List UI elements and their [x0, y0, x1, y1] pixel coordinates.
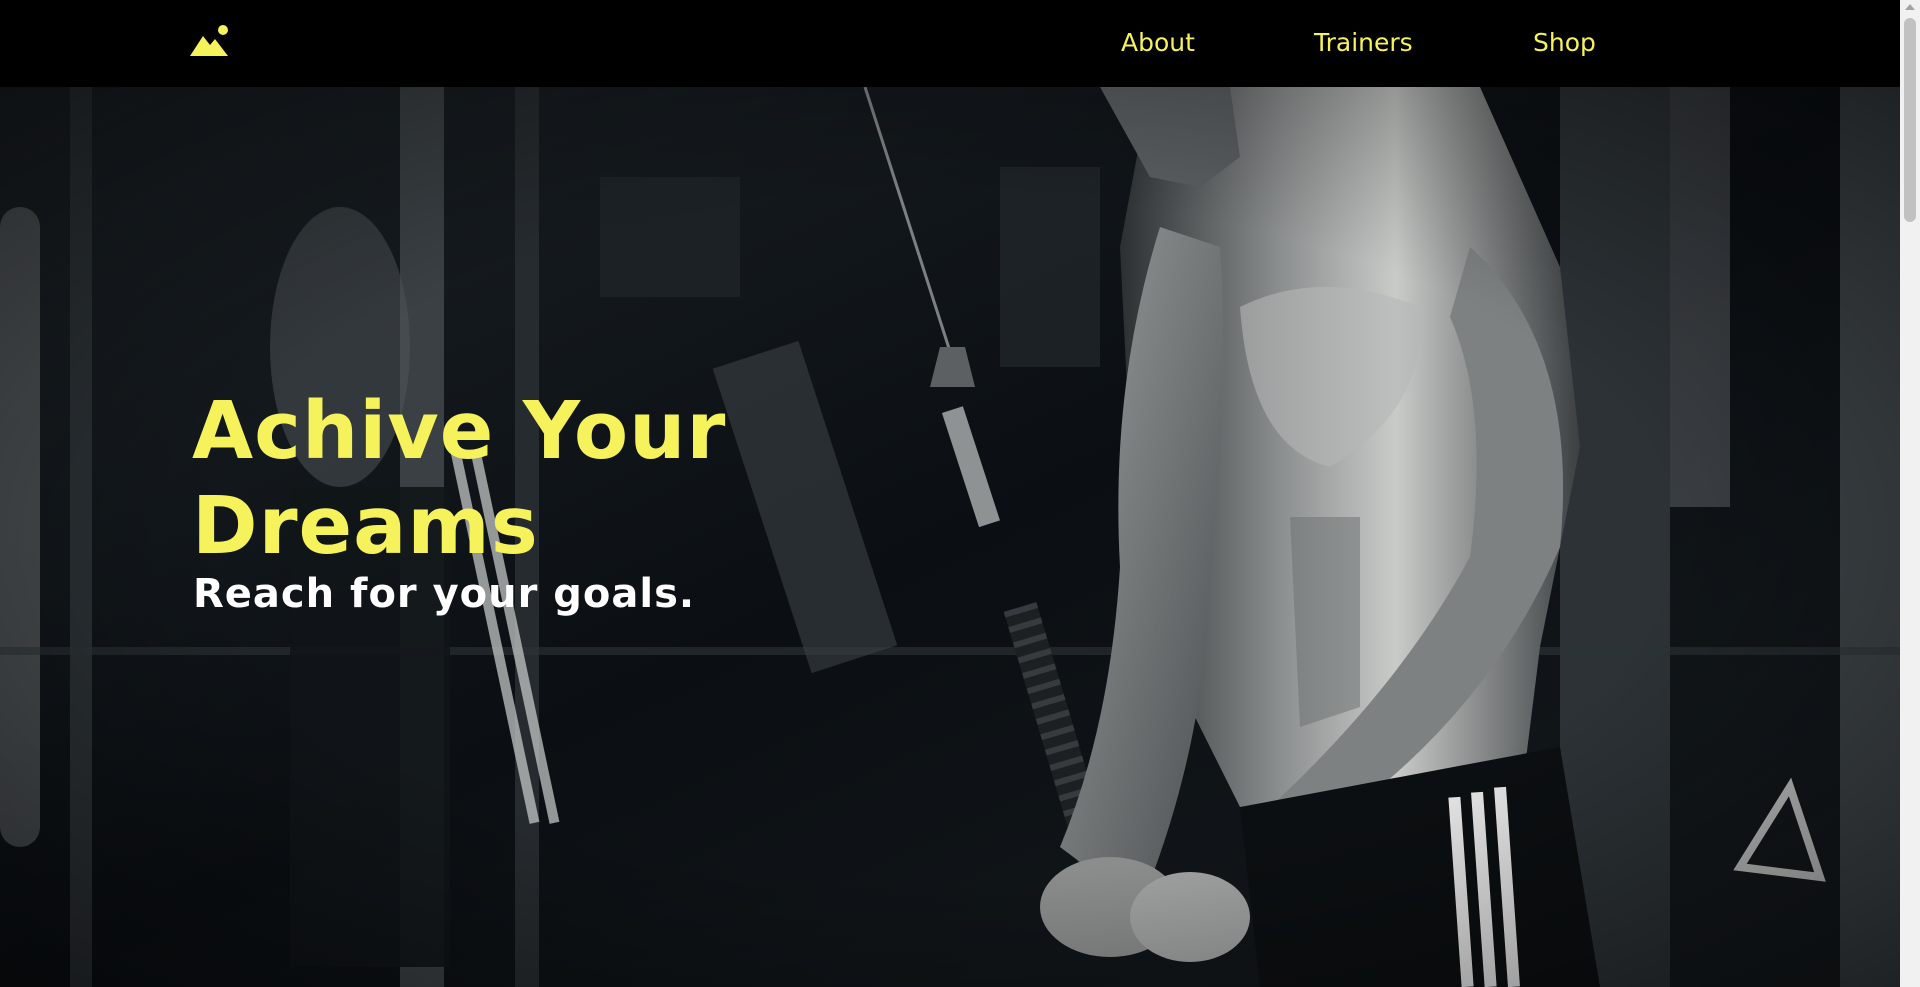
- scroll-up-arrow-icon[interactable]: [1905, 4, 1915, 10]
- page: About Trainers Shop Achive Your Dreams R…: [0, 0, 1920, 987]
- scrollbar-thumb[interactable]: [1904, 18, 1916, 222]
- nav-link-about[interactable]: About: [1121, 28, 1195, 57]
- hero-title: Achive Your Dreams: [192, 385, 727, 572]
- hero-section: Achive Your Dreams Reach for your goals.: [0, 87, 1900, 987]
- nav-link-shop[interactable]: Shop: [1533, 28, 1596, 57]
- nav-link-trainers[interactable]: Trainers: [1314, 28, 1413, 57]
- top-navbar: About Trainers Shop: [0, 0, 1900, 87]
- mountain-sun-logo-icon[interactable]: [188, 24, 230, 58]
- hero-subtitle: Reach for your goals.: [193, 571, 696, 617]
- vertical-scrollbar[interactable]: [1900, 0, 1920, 987]
